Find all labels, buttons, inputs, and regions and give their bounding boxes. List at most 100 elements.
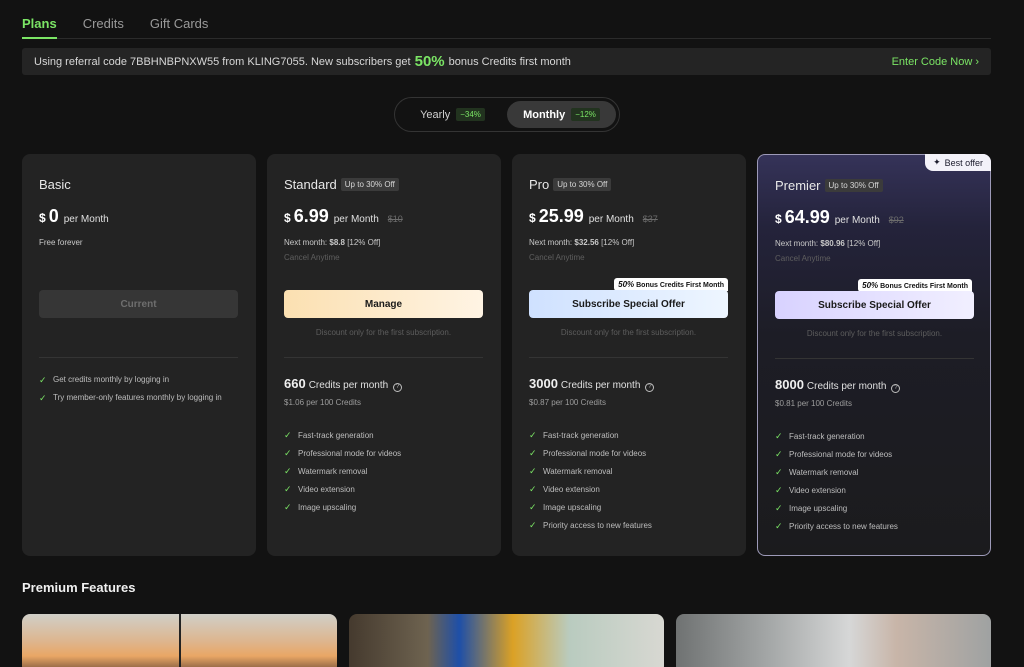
price-per-100-credits: $0.87 per 100 Credits <box>529 398 606 407</box>
sparkle-icon: ✦ <box>933 157 941 167</box>
pricing-page: Plans Credits Gift Cards Using referral … <box>0 0 1024 667</box>
plan-name: Premier Up to 30% Off <box>775 178 883 193</box>
help-icon[interactable]: ? <box>393 383 403 392</box>
check-icon: ✓ <box>529 519 537 530</box>
check-icon: ✓ <box>529 429 537 440</box>
toggle-monthly[interactable]: Monthly −12% <box>507 101 616 128</box>
discount-note: Discount only for the first subscription… <box>806 329 943 338</box>
check-icon: ✓ <box>284 429 292 440</box>
tab-plans[interactable]: Plans <box>22 14 57 39</box>
check-icon: ✓ <box>775 484 783 495</box>
divider <box>775 358 974 359</box>
check-icon: ✓ <box>775 466 783 477</box>
check-icon: ✓ <box>529 483 537 494</box>
plan-price: $ 0 per Month <box>39 206 109 226</box>
discount-note: Discount only for the first subscription… <box>315 328 452 337</box>
plan-card-premier: ✦ Best offer Premier Up to 30% Off $ 64.9… <box>757 154 991 556</box>
list-item: ✓ Professional mode for videos <box>529 447 647 458</box>
plan-price: $ 64.99 per Month $92 <box>775 207 904 227</box>
check-icon: ✓ <box>529 447 537 458</box>
enter-code-link[interactable]: Enter Code Now › <box>892 56 979 68</box>
check-icon: ✓ <box>284 483 292 494</box>
discount-tag: Up to 30% Off <box>824 179 883 192</box>
list-item: ✓ Watermark removal <box>284 465 368 476</box>
plan-price: $ 25.99 per Month $37 <box>529 206 658 226</box>
check-icon: ✓ <box>529 465 537 476</box>
check-icon: ✓ <box>284 447 292 458</box>
billing-period-toggle: Yearly −34% Monthly −12% <box>394 97 620 132</box>
banner-text: Using referral code 7BBHNBPNXW55 from KL… <box>34 55 411 68</box>
list-item: ✓ Fast-track generation <box>775 430 865 441</box>
list-item: ✓ Professional mode for videos <box>775 448 893 459</box>
manage-button[interactable]: Manage <box>284 290 483 318</box>
original-price: $92 <box>888 215 904 225</box>
best-offer-badge: ✦ Best offer <box>925 154 991 171</box>
discount-tag: Up to 30% Off <box>553 178 612 191</box>
price-per-100-credits: $1.06 per 100 Credits <box>284 398 361 407</box>
next-month-price: Next month: $80.96 [12% Off] <box>775 239 881 248</box>
referral-banner: Using referral code 7BBHNBPNXW55 from KL… <box>22 48 991 75</box>
next-month-price: Next month: $8.8 [12% Off] <box>284 238 381 247</box>
list-item: ✓ Video extension <box>284 483 355 494</box>
credits-per-month: 3000 Credits per month ? <box>529 376 655 392</box>
discount-tag: Up to 30% Off <box>340 178 399 191</box>
monthly-discount-badge: −12% <box>571 108 600 121</box>
check-icon: ✓ <box>284 465 292 476</box>
list-item: ✓ Fast-track generation <box>284 429 374 440</box>
premium-features-title: Premium Features <box>22 580 136 595</box>
subscribe-button[interactable]: Subscribe Special Offer <box>775 291 974 319</box>
check-icon: ✓ <box>775 520 783 531</box>
help-icon[interactable]: ? <box>645 383 655 392</box>
current-plan-button[interactable]: Current <box>39 290 238 318</box>
feature-list: ✓ Get credits monthly by logging in ✓ Try … <box>39 374 229 410</box>
toggle-yearly-label: Yearly <box>420 108 451 121</box>
feature-thumbnail-sunset[interactable] <box>22 614 337 667</box>
list-item: ✓ Get credits monthly by logging in <box>39 375 170 385</box>
check-icon: ✓ <box>775 502 783 513</box>
help-icon[interactable]: ? <box>891 384 901 393</box>
original-price: $37 <box>642 214 658 224</box>
check-icon: ✓ <box>39 393 47 403</box>
list-item: ✓ Fast-track generation <box>529 429 619 440</box>
check-icon: ✓ <box>529 501 537 512</box>
feature-thumbnail-parrot[interactable] <box>349 614 664 667</box>
plan-name: Pro Up to 30% Off <box>529 177 612 192</box>
divider <box>529 357 728 358</box>
cancel-note: Cancel Anytime <box>529 253 585 262</box>
list-item: ✓ Watermark removal <box>529 465 613 476</box>
discount-note: Discount only for the first subscription… <box>560 328 697 337</box>
top-tabs: Plans Credits Gift Cards <box>22 14 991 39</box>
feature-list: ✓ Fast-track generation ✓ Professional mod… <box>284 426 401 516</box>
original-price: $10 <box>387 214 403 224</box>
toggle-yearly[interactable]: Yearly −34% <box>398 101 507 128</box>
banner-text-after: bonus Credits first month <box>448 55 571 68</box>
divider <box>39 357 238 358</box>
check-icon: ✓ <box>775 430 783 441</box>
tab-gift-cards[interactable]: Gift Cards <box>150 14 209 38</box>
plan-card-basic: Basic $ 0 per Month Free forever Current… <box>22 154 256 556</box>
list-item: ✓ Priority access to new features <box>529 519 652 530</box>
credits-per-month: 8000 Credits per month ? <box>775 377 901 393</box>
list-item: ✓ Professional mode for videos <box>284 447 402 458</box>
plan-name: Standard Up to 30% Off <box>284 177 399 192</box>
credits-per-month: 660 Credits per month ? <box>284 376 403 392</box>
plan-price: $ 6.99 per Month $10 <box>284 206 403 226</box>
list-item: ✓ Try member-only features monthly by log… <box>39 393 222 403</box>
check-icon: ✓ <box>775 448 783 459</box>
comparison-divider[interactable] <box>179 614 181 667</box>
feature-list: ✓ Fast-track generation ✓ Professional mod… <box>529 426 652 534</box>
feature-thumbnail-portrait[interactable] <box>676 614 991 667</box>
yearly-discount-badge: −34% <box>456 108 485 121</box>
cancel-note: Cancel Anytime <box>775 254 831 263</box>
list-item: ✓ Video extension <box>775 484 846 495</box>
tab-credits[interactable]: Credits <box>83 14 124 38</box>
subscribe-button[interactable]: Subscribe Special Offer <box>529 290 728 318</box>
toggle-monthly-label: Monthly <box>523 108 566 121</box>
plan-card-pro: Pro Up to 30% Off $ 25.99 per Month $37 … <box>512 154 746 556</box>
next-month-price: Next month: $32.56 [12% Off] <box>529 238 635 247</box>
banner-percent: 50% <box>414 53 445 70</box>
plan-card-standard: Standard Up to 30% Off $ 6.99 per Month … <box>267 154 501 556</box>
list-item: ✓ Video extension <box>529 483 600 494</box>
list-item: ✓ Watermark removal <box>775 466 859 477</box>
list-item: ✓ Image upscaling <box>775 502 848 513</box>
